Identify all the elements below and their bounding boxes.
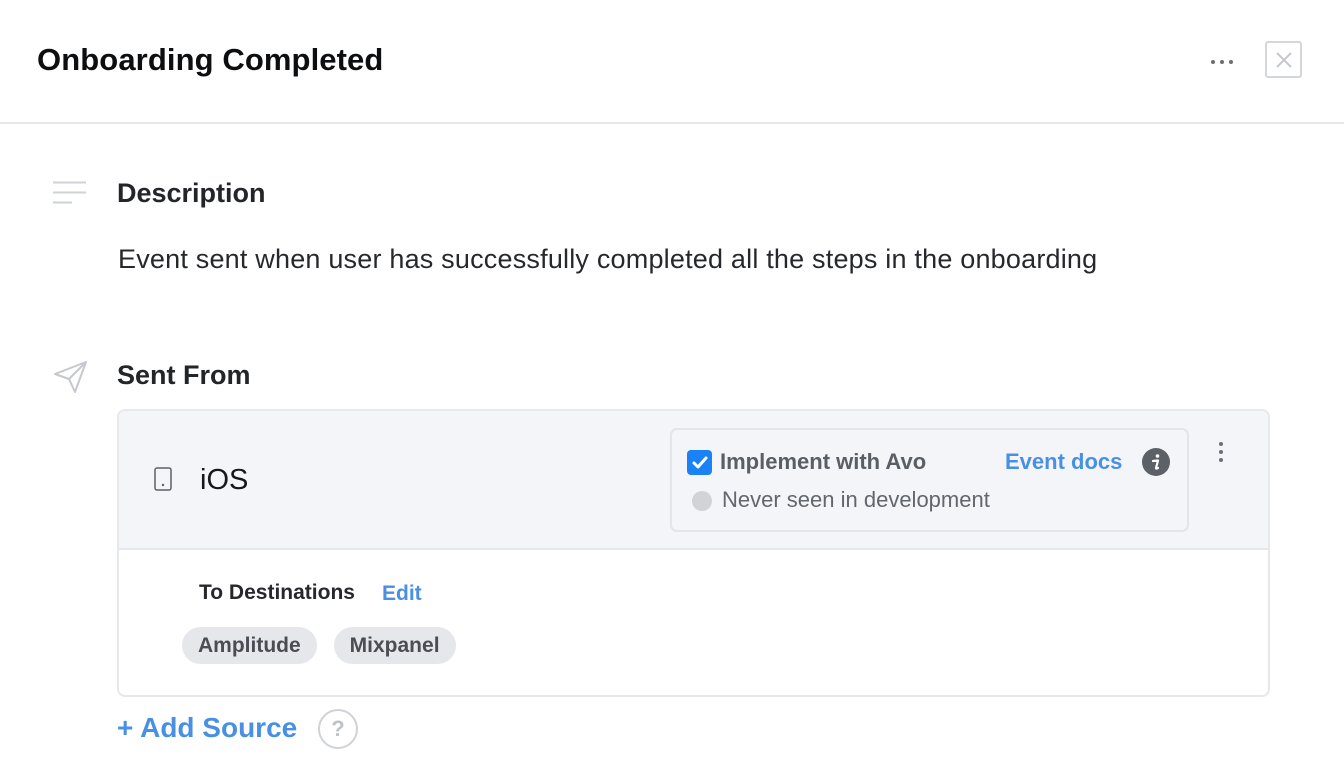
question-icon[interactable]: ? [318, 709, 358, 749]
ellipsis-dot [1220, 60, 1224, 64]
implement-with-avo-checkbox[interactable] [687, 450, 712, 475]
source-card-header: iOS Implement with Avo Event docs Never … [119, 411, 1268, 550]
source-menu-button[interactable] [1209, 437, 1233, 467]
add-source-button[interactable]: + Add Source [117, 712, 297, 744]
ellipsis-vertical-icon [1219, 442, 1223, 446]
description-text[interactable]: Event sent when user has successfully co… [118, 244, 1097, 275]
status-dot [692, 491, 712, 511]
close-icon [1275, 51, 1292, 68]
ellipsis-dot [1219, 450, 1223, 454]
text-lines-icon [53, 181, 86, 204]
close-button[interactable] [1265, 41, 1302, 78]
source-card: iOS Implement with Avo Event docs Never … [117, 409, 1270, 697]
info-icon[interactable] [1142, 448, 1170, 476]
edit-destinations-link[interactable]: Edit [382, 582, 422, 606]
implement-with-avo-label[interactable]: Implement with Avo [720, 449, 926, 475]
status-text: Never seen in development [722, 487, 990, 512]
source-name[interactable]: iOS [200, 464, 248, 497]
destinations-label: To Destinations [199, 581, 355, 604]
sent-from-heading: Sent From [117, 360, 251, 390]
description-heading: Description [117, 178, 266, 208]
more-options-button[interactable] [1204, 46, 1240, 78]
event-docs-link[interactable]: Event docs [1005, 449, 1122, 475]
panel-header: Onboarding Completed [0, 0, 1344, 124]
destination-chip-mixpanel[interactable]: Mixpanel [333, 627, 456, 664]
paper-plane-icon [54, 361, 87, 393]
event-title: Onboarding Completed [37, 42, 384, 77]
checkmark-icon [692, 456, 707, 468]
implementation-box: Implement with Avo Event docs Never seen… [670, 428, 1189, 532]
mobile-device-icon [154, 467, 172, 491]
ellipsis-horizontal-icon [1211, 60, 1215, 64]
info-glyph [1151, 454, 1160, 470]
ellipsis-dot [1219, 458, 1223, 462]
ellipsis-dot [1229, 60, 1233, 64]
destination-chips: Amplitude Mixpanel [182, 627, 456, 664]
destination-chip-amplitude[interactable]: Amplitude [182, 627, 317, 664]
